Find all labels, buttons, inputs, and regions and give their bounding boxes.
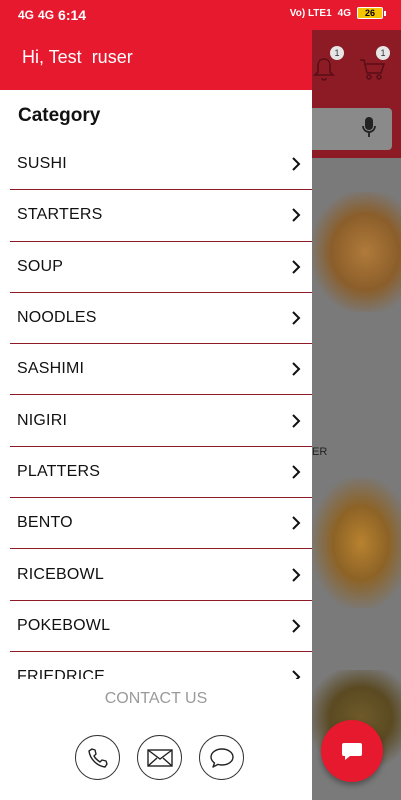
mic-icon [362,116,376,143]
category-item-bento[interactable]: BENTO [10,498,312,550]
clock: 6:14 [58,7,87,23]
category-item-sashimi[interactable]: SASHIMI [10,344,312,396]
chevron-right-icon [292,567,301,582]
category-item-sushi[interactable]: SUSHI [10,139,312,191]
category-label: POKEBOWL [17,616,111,634]
chevron-right-icon [292,362,301,377]
category-label: SUSHI [17,155,67,173]
category-item-ricebowl[interactable]: RICEBOWL [10,549,312,601]
call-button[interactable] [75,735,120,780]
category-label: SOUP [17,257,64,275]
chevron-right-icon [292,670,301,679]
chevron-right-icon [292,619,301,633]
contact-buttons [75,735,244,780]
chevron-right-icon [292,516,301,530]
network-indicator-2: 4G [38,8,55,22]
phone-icon [87,747,108,768]
chevron-right-icon [292,311,301,325]
category-label: NOODLES [17,309,97,327]
navigation-drawer: Hi, Test ruser Category SUSHI STARTERS S… [0,30,312,800]
network-indicator: 4G [18,8,35,22]
food-image [312,192,401,312]
category-label: NIGIRI [17,411,68,429]
category-label: SASHIMI [17,360,85,378]
chevron-right-icon [292,465,301,479]
category-item-nigiri[interactable]: NIGIRI [10,395,312,447]
user-greeting: Hi, Test ruser [22,47,133,67]
food-image [312,478,401,608]
chevron-right-icon [292,157,301,171]
volte-indicator: Vo) LTE1 [289,7,332,19]
battery-icon: 26 [357,7,386,19]
category-label: STARTERS [17,206,103,224]
category-label: FRIEDRICE [17,668,106,679]
category-label: RICEBOWL [17,565,104,583]
category-label: PLATTERS [17,462,101,480]
category-list: SUSHI STARTERS SOUP NOODLES SASHIMI NIGI… [10,139,312,679]
partial-label: ER [312,446,328,458]
category-title: Category [18,105,101,126]
chevron-right-icon [292,260,301,274]
email-button[interactable] [137,735,182,780]
cart-icon [358,56,386,88]
chat-bubble-icon [342,743,362,760]
chevron-right-icon [292,208,301,223]
category-item-noodles[interactable]: NOODLES [10,293,312,345]
network-indicator-right: 4G [337,7,351,19]
chat-icon [209,747,234,768]
chevron-right-icon [292,413,301,428]
status-right: Vo) LTE1 4G 26 [289,7,386,19]
category-item-soup[interactable]: SOUP [10,242,312,293]
message-button[interactable] [199,735,244,780]
mail-icon [146,748,173,767]
category-label: BENTO [17,514,73,532]
cart-badge: 1 [376,46,390,60]
drawer-header: Hi, Test ruser [0,30,312,90]
chat-fab-button[interactable] [321,720,383,782]
contact-us-title: CONTACT US [104,690,208,707]
background-search-bar [302,108,392,150]
status-left: 4G 4G 6:14 [18,7,86,23]
notification-badge: 1 [330,46,344,60]
category-item-platters[interactable]: PLATTERS [10,447,312,499]
category-item-starters[interactable]: STARTERS [10,190,312,242]
bell-icon [312,56,336,88]
status-bar: 4G 4G 6:14 Vo) LTE1 4G 26 [0,0,401,30]
category-item-pokebowl[interactable]: POKEBOWL [10,601,312,652]
category-item-friedrice[interactable]: FRIEDRICE [10,652,312,679]
